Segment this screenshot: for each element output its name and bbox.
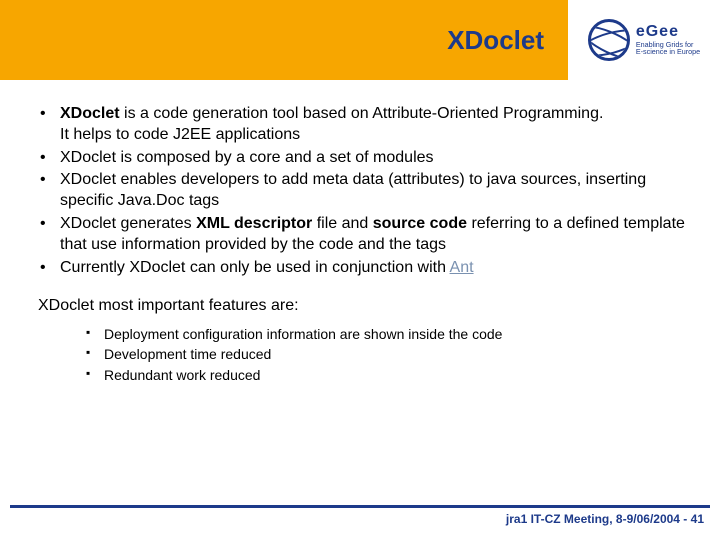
logo-name: eGee xyxy=(636,24,700,41)
slide-title: XDoclet xyxy=(447,25,544,56)
bullet-bold: source code xyxy=(373,215,467,232)
bullet-text: Currently XDoclet can only be used in co… xyxy=(60,259,450,276)
features-intro: XDoclet most important features are: xyxy=(30,296,690,317)
bullet-bold: XML descriptor xyxy=(196,215,312,232)
feature-text: Deployment configuration information are… xyxy=(104,326,502,342)
slide-footer: jra1 IT-CZ Meeting, 8-9/06/2004 - 41 xyxy=(0,505,720,526)
logo-icon xyxy=(588,19,630,61)
bullet-item: XDoclet enables developers to add meta d… xyxy=(38,170,690,212)
bullet-text: is a code generation tool based on Attri… xyxy=(120,105,604,122)
bullet-text: It helps to code J2EE applications xyxy=(60,126,300,143)
footer-divider xyxy=(10,505,710,508)
feature-item: Development time reduced xyxy=(86,345,690,363)
main-bullet-list: XDoclet is a code generation tool based … xyxy=(30,104,690,278)
feature-text: Development time reduced xyxy=(104,346,271,362)
bullet-item: XDoclet generates XML descriptor file an… xyxy=(38,214,690,256)
footer-page: 41 xyxy=(691,512,704,526)
bullet-text: file and xyxy=(312,215,372,232)
bullet-text: XDoclet is composed by a core and a set … xyxy=(60,149,434,166)
bullet-text: XDoclet enables developers to add meta d… xyxy=(60,171,646,209)
footer-text: jra1 IT-CZ Meeting, 8-9/06/2004 - 41 xyxy=(10,512,710,526)
feature-item: Deployment configuration information are… xyxy=(86,325,690,343)
logo-text: eGee Enabling Grids for E-science in Eur… xyxy=(636,24,700,56)
logo: eGee Enabling Grids for E-science in Eur… xyxy=(568,0,720,80)
bullet-item: XDoclet is a code generation tool based … xyxy=(38,104,690,146)
bullet-item: XDoclet is composed by a core and a set … xyxy=(38,148,690,169)
slide-body: XDoclet is a code generation tool based … xyxy=(0,80,720,384)
feature-text: Redundant work reduced xyxy=(104,367,260,383)
bullet-text: XDoclet generates xyxy=(60,215,196,232)
bullet-bold: XDoclet xyxy=(60,105,120,122)
logo-tagline-2: E-science in Europe xyxy=(636,48,700,56)
feature-item: Redundant work reduced xyxy=(86,366,690,384)
bullet-item: Currently XDoclet can only be used in co… xyxy=(38,258,690,279)
title-bar: XDoclet xyxy=(0,0,568,80)
feature-list: Deployment configuration information are… xyxy=(30,325,690,384)
footer-meeting: jra1 IT-CZ Meeting, 8-9/06/2004 - xyxy=(506,512,691,526)
slide-header: XDoclet eGee Enabling Grids for E-scienc… xyxy=(0,0,720,80)
ant-link[interactable]: Ant xyxy=(450,259,474,276)
